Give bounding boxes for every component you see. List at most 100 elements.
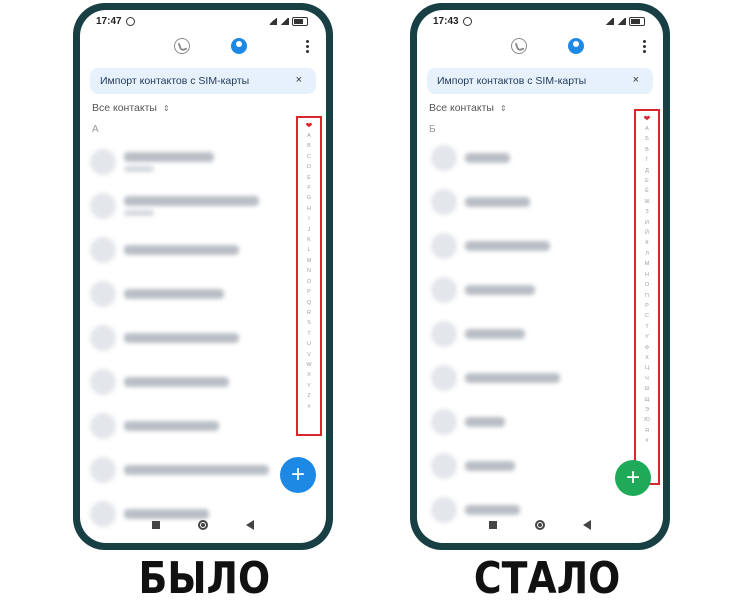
- index-letter[interactable]: Б: [645, 134, 649, 144]
- contact-list[interactable]: [431, 136, 611, 532]
- index-letter[interactable]: С: [645, 311, 649, 321]
- index-letter[interactable]: G: [307, 193, 311, 203]
- index-letter[interactable]: Т: [645, 322, 648, 332]
- index-letter[interactable]: Н: [645, 270, 649, 280]
- add-contact-button[interactable]: +: [280, 457, 316, 493]
- close-icon[interactable]: ×: [633, 74, 639, 86]
- list-item[interactable]: [431, 268, 611, 312]
- list-item[interactable]: [90, 360, 270, 404]
- index-letter[interactable]: О: [645, 280, 649, 290]
- index-letter[interactable]: V: [307, 350, 311, 360]
- home-icon[interactable]: [198, 520, 208, 530]
- index-letter[interactable]: Ф: [645, 343, 649, 353]
- index-letter[interactable]: Я: [645, 426, 649, 436]
- index-letter[interactable]: P: [307, 287, 311, 297]
- index-letter[interactable]: Э: [645, 405, 649, 415]
- back-icon[interactable]: [246, 520, 254, 530]
- index-letter[interactable]: F: [307, 183, 310, 193]
- list-item[interactable]: [90, 404, 270, 448]
- contacts-filter[interactable]: Все контакты ⇕: [429, 102, 663, 114]
- list-item[interactable]: [90, 140, 270, 184]
- list-item[interactable]: [90, 228, 270, 272]
- index-letter[interactable]: T: [307, 329, 310, 339]
- index-letter[interactable]: В: [645, 145, 649, 155]
- list-item[interactable]: [90, 184, 270, 228]
- index-letter[interactable]: #: [645, 436, 648, 446]
- index-letter[interactable]: H: [307, 204, 311, 214]
- index-letter[interactable]: L: [307, 245, 310, 255]
- list-item[interactable]: [431, 224, 611, 268]
- contacts-filter[interactable]: Все контакты ⇕: [92, 102, 326, 114]
- list-item[interactable]: [431, 136, 611, 180]
- index-letter[interactable]: A: [307, 131, 311, 141]
- favorites-heart-icon[interactable]: ❤: [306, 121, 313, 131]
- index-letter[interactable]: R: [307, 308, 311, 318]
- index-letter[interactable]: Ч: [645, 374, 649, 384]
- index-letter[interactable]: #: [307, 402, 310, 412]
- index-letter[interactable]: Ж: [644, 197, 649, 207]
- index-letter[interactable]: C: [307, 152, 311, 162]
- index-letter[interactable]: J: [308, 225, 311, 235]
- index-letter[interactable]: B: [307, 141, 311, 151]
- phone-icon[interactable]: [174, 38, 190, 54]
- index-letter[interactable]: I: [308, 214, 310, 224]
- list-item[interactable]: [90, 316, 270, 360]
- recents-icon[interactable]: [489, 521, 497, 529]
- contacts-icon[interactable]: [231, 38, 247, 54]
- index-letter[interactable]: Ю: [644, 415, 650, 425]
- close-icon[interactable]: ×: [296, 74, 302, 86]
- list-item[interactable]: [431, 444, 611, 488]
- index-letter[interactable]: Й: [645, 228, 649, 238]
- list-item[interactable]: [431, 180, 611, 224]
- index-letter[interactable]: М: [645, 259, 650, 269]
- list-item[interactable]: [431, 400, 611, 444]
- list-item[interactable]: [431, 312, 611, 356]
- index-letter[interactable]: А: [645, 124, 649, 134]
- more-menu-icon[interactable]: [643, 40, 647, 53]
- alphabet-index-scrollbar[interactable]: ❤ A B C D E F G H I J K L M N O P Q R S T U V W X Y Z #: [296, 116, 322, 436]
- sim-import-banner[interactable]: Импорт контактов с SIM-карты ×: [90, 68, 316, 94]
- index-letter[interactable]: W: [306, 360, 311, 370]
- favorites-heart-icon[interactable]: ❤: [644, 114, 651, 124]
- index-letter[interactable]: Г: [646, 155, 649, 165]
- index-letter[interactable]: U: [307, 339, 311, 349]
- index-letter[interactable]: Ё: [645, 186, 649, 196]
- index-letter[interactable]: Z: [307, 391, 310, 401]
- index-letter[interactable]: У: [645, 332, 649, 342]
- index-letter[interactable]: К: [645, 238, 648, 248]
- list-item[interactable]: [90, 272, 270, 316]
- index-letter[interactable]: D: [307, 162, 311, 172]
- index-letter[interactable]: Л: [645, 249, 649, 259]
- index-letter[interactable]: И: [645, 218, 649, 228]
- index-letter[interactable]: Q: [307, 298, 311, 308]
- index-letter[interactable]: K: [307, 235, 311, 245]
- index-letter[interactable]: З: [645, 207, 648, 217]
- index-letter[interactable]: Щ: [644, 395, 649, 405]
- alphabet-index-scrollbar[interactable]: ❤ А Б В Г Д Е Ё Ж З И Й К Л М Н О П Р С Т У Ф Х Ц Ч Ш Щ Э Ю Я #: [634, 109, 660, 485]
- list-item[interactable]: [431, 356, 611, 400]
- index-letter[interactable]: Х: [645, 353, 649, 363]
- contact-list[interactable]: [90, 140, 270, 536]
- index-letter[interactable]: Y: [307, 381, 311, 391]
- index-letter[interactable]: Д: [645, 166, 649, 176]
- index-letter[interactable]: M: [307, 256, 312, 266]
- index-letter[interactable]: E: [307, 173, 311, 183]
- index-letter[interactable]: П: [645, 291, 649, 301]
- sim-import-banner[interactable]: Импорт контактов с SIM-карты ×: [427, 68, 653, 94]
- home-icon[interactable]: [535, 520, 545, 530]
- index-letter[interactable]: Е: [645, 176, 649, 186]
- phone-icon[interactable]: [511, 38, 527, 54]
- index-letter[interactable]: Ш: [644, 384, 649, 394]
- back-icon[interactable]: [583, 520, 591, 530]
- index-letter[interactable]: Ц: [645, 363, 649, 373]
- index-letter[interactable]: O: [307, 277, 311, 287]
- add-contact-button[interactable]: +: [615, 460, 651, 496]
- list-item[interactable]: [90, 448, 270, 492]
- more-menu-icon[interactable]: [306, 40, 310, 53]
- recents-icon[interactable]: [152, 521, 160, 529]
- index-letter[interactable]: Р: [645, 301, 649, 311]
- contacts-icon[interactable]: [568, 38, 584, 54]
- index-letter[interactable]: S: [307, 318, 311, 328]
- index-letter[interactable]: N: [307, 266, 311, 276]
- index-letter[interactable]: X: [307, 370, 311, 380]
